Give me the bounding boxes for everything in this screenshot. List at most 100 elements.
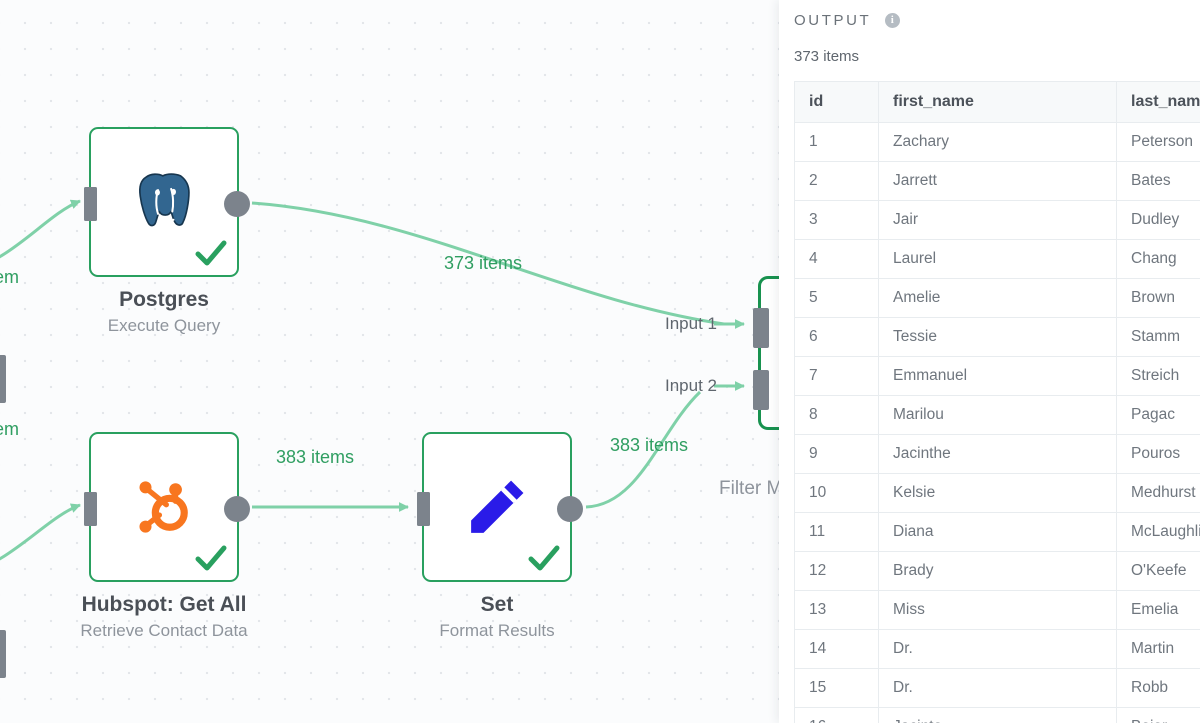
table-row[interactable]: 8 Marilou Pagac [794,395,1200,435]
cell-id: 6 [794,317,879,357]
node-set[interactable] [417,432,583,582]
connection-edges [0,199,745,561]
hubspot-output-port[interactable] [224,496,250,522]
cell-first_name: Marilou [878,395,1117,435]
cell-id: 12 [794,551,879,591]
column-header-id[interactable]: id [794,81,879,123]
cell-last_name: Brown [1116,278,1200,318]
offscreen-node-port-bottom[interactable] [0,630,6,678]
output-items-count: 373 items [794,48,860,65]
edge-label-left-stub-bottom: em [0,419,20,439]
info-icon[interactable]: i [884,13,900,29]
node-postgres[interactable] [84,127,250,277]
cell-id: 10 [794,473,879,513]
cell-last_name: McLaughlin [1116,512,1200,552]
cell-first_name: Tessie [878,317,1117,357]
hubspot-input-port[interactable] [84,492,97,526]
set-output-port[interactable] [557,496,583,522]
table-row[interactable]: 5 Amelie Brown [794,278,1200,318]
table-row[interactable]: 14 Dr. Martin [794,629,1200,669]
merge-input-1-label: Input 1 [665,314,717,333]
output-panel-header: OUTPUT i [779,0,1200,30]
table-row[interactable]: 12 Brady O'Keefe [794,551,1200,591]
edge-label-hubspot-out: 383 items [276,447,355,467]
cell-last_name: Emelia [1116,590,1200,630]
table-row[interactable]: 1 Zachary Peterson [794,122,1200,162]
cell-last_name: Pagac [1116,395,1200,435]
postgres-icon [136,170,193,229]
cell-id: 5 [794,278,879,318]
cell-id: 9 [794,434,879,474]
cell-last_name: Peterson [1116,122,1200,162]
column-header-last_name[interactable]: last_name [1116,81,1200,123]
output-panel: OUTPUT i 373 items idfirst_namelast_name… [779,0,1200,723]
cell-first_name: Laurel [878,239,1117,279]
offscreen-node-port-top[interactable] [0,355,6,403]
table-row[interactable]: 7 Emmanuel Streich [794,356,1200,396]
set-success-icon [528,545,560,571]
table-row[interactable]: 9 Jacinthe Pouros [794,434,1200,474]
cell-last_name: Bates [1116,161,1200,201]
cell-id: 15 [794,668,879,708]
cell-last_name: Robb [1116,668,1200,708]
output-table: idfirst_namelast_name 1ZacharyPeterson2J… [794,81,1200,723]
cell-id: 7 [794,356,879,396]
cell-last_name: Dudley [1116,200,1200,240]
column-header-first_name[interactable]: first_name [878,81,1117,123]
cell-last_name: Chang [1116,239,1200,279]
postgres-success-icon [195,240,227,266]
table-row[interactable]: 10 Kelsie Medhurst [794,473,1200,513]
cell-first_name: Diana [878,512,1117,552]
cell-id: 14 [794,629,879,669]
table-row[interactable]: 16JacintoBeier [794,707,1200,723]
cell-first_name: Amelie [878,278,1117,318]
workflow-canvas[interactable]: Postgres Execute Query Hubspot: Get All … [0,0,790,723]
table-row[interactable]: 6 Tessie Stamm [794,317,1200,357]
cell-id: 16 [794,707,879,723]
node-merge-caption: Filter M [719,478,783,499]
cell-id: 13 [794,590,879,630]
set-input-port[interactable] [417,492,430,526]
table-row[interactable]: 2 Jarrett Bates [794,161,1200,201]
cell-first_name: Brady [878,551,1117,591]
node-hubspot[interactable] [84,432,250,582]
cell-first_name: Jair [878,200,1117,240]
postgres-output-port[interactable] [224,191,250,217]
merge-input-2-port[interactable] [753,370,769,410]
cell-first_name: Zachary [878,122,1117,162]
table-row[interactable]: 13 Miss Emelia [794,590,1200,630]
table-row[interactable]: 15 Dr. Robb [794,668,1200,708]
edge-label-left-stub-top: em [0,267,20,287]
cell-first_name: Jacinto [878,707,1117,723]
merge-input-2-label: Input 2 [665,376,717,395]
pencil-icon [471,480,524,533]
cell-first_name: Dr. [878,629,1117,669]
cell-first_name: Kelsie [878,473,1117,513]
cell-id: 8 [794,395,879,435]
cell-last_name: O'Keefe [1116,551,1200,591]
table-header-row: idfirst_namelast_name [794,81,1200,123]
table-row[interactable]: 11DianaMcLaughlin [794,512,1200,552]
table-row[interactable]: 4 Laurel Chang [794,239,1200,279]
cell-id: 2 [794,161,879,201]
cell-id: 3 [794,200,879,240]
output-table-scroll[interactable]: idfirst_namelast_name 1ZacharyPeterson2J… [794,81,1200,723]
table-body: 1 Zachary Peterson 2 Jarrett Bates 3 Jair Dudley… [794,122,1200,723]
cell-id: 11 [794,512,879,552]
cell-id: 1 [794,122,879,162]
cell-first_name: Jacinthe [878,434,1117,474]
merge-input-1-port[interactable] [753,308,769,348]
cell-last_name: Medhurst [1116,473,1200,513]
cell-first_name: Jarrett [878,161,1117,201]
cell-first_name: Miss [878,590,1117,630]
cell-id: 4 [794,239,879,279]
cell-last_name: Pouros [1116,434,1200,474]
cell-last_name: Stamm [1116,317,1200,357]
edge-label-postgres-out: 373 items [444,253,523,273]
cell-last_name: Martin [1116,629,1200,669]
table-row[interactable]: 3 Jair Dudley [794,200,1200,240]
postgres-input-port[interactable] [84,187,97,221]
edge-label-set-out: 383 items [610,435,689,455]
output-panel-title: OUTPUT [794,12,872,30]
cell-first_name: Emmanuel [878,356,1117,396]
